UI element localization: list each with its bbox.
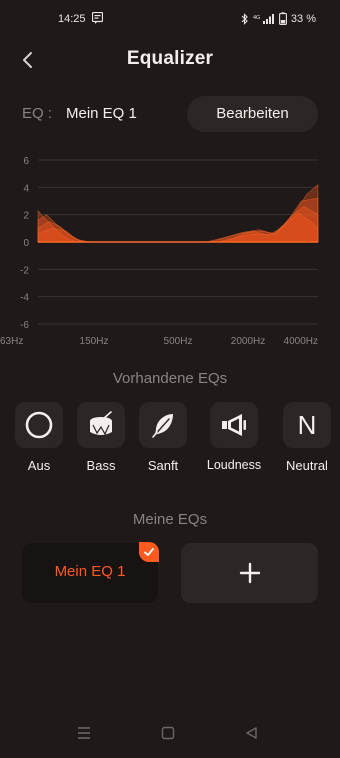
current-eq-row: EQ : Mein EQ 1 Bearbeiten — [0, 96, 340, 132]
x-tick-label: 4000Hz — [284, 336, 318, 347]
edit-button[interactable]: Bearbeiten — [187, 96, 318, 132]
my-eq-name: Mein EQ 1 — [54, 563, 126, 580]
y-tick-label: 6 — [23, 156, 29, 167]
battery-icon — [278, 12, 287, 25]
battery-percent: 33 % — [290, 12, 316, 25]
square-icon — [161, 726, 175, 740]
y-tick-label: -4 — [20, 293, 29, 304]
preset-bass-icon-tile — [77, 402, 125, 448]
header: Equalizer — [0, 44, 340, 76]
x-tick-label: 2000Hz — [231, 336, 265, 347]
check-icon — [144, 548, 154, 556]
eq-label: EQ : — [22, 105, 53, 122]
recents-button[interactable] — [76, 726, 96, 744]
my-eqs-title: Meine EQs — [132, 511, 208, 528]
my-eq-card[interactable]: Mein EQ 1 — [22, 542, 159, 603]
back-nav-button[interactable] — [244, 726, 264, 744]
preset-bass-label: Bass — [86, 458, 116, 473]
preset-neutral[interactable]: N Neutral — [277, 402, 337, 473]
preset-neutral-label: Neutral — [286, 458, 328, 473]
feather-icon — [152, 414, 173, 438]
preset-aus-label: Aus — [27, 458, 51, 473]
status-time: 14:25 — [58, 13, 86, 25]
eq-curve-svg: 6 4 2 0 -2 -4 -6 63Hz 150Hz 500Hz 2000Hz 4000Hz — [0, 156, 319, 347]
preset-sanft-label: Sanft — [147, 458, 179, 473]
y-tick-label: 0 — [23, 238, 29, 249]
y-tick-label: 4 — [23, 183, 29, 194]
preset-sanft-icon-tile — [139, 402, 187, 448]
eq-curve-chart: 6 4 2 0 -2 -4 -6 63Hz 150Hz 500Hz 2000Hz 4000Hz — [0, 148, 340, 354]
current-eq-name: Mein EQ 1 — [66, 105, 137, 122]
preset-bass[interactable]: Bass — [71, 402, 131, 473]
preset-loudness-label: Loudness — [206, 458, 262, 472]
triangle-back-icon — [246, 727, 257, 739]
y-tick-label: -6 — [20, 320, 29, 331]
preset-loudness[interactable]: Loudness — [204, 402, 264, 472]
x-tick-label: 63Hz — [0, 336, 23, 347]
presets-title: Vorhandene EQs — [112, 370, 228, 387]
preset-loudness-icon-tile — [210, 402, 258, 448]
home-button[interactable] — [160, 726, 180, 744]
add-eq-button[interactable] — [181, 543, 318, 603]
circle-icon — [25, 411, 53, 439]
plus-icon — [239, 562, 260, 584]
x-tick-label: 500Hz — [164, 336, 193, 347]
status-icons: 4G 33 % — [241, 12, 316, 25]
page-title: Equalizer — [126, 48, 214, 69]
y-tick-label: 2 — [23, 211, 29, 222]
menu-icon — [78, 727, 90, 739]
x-tick-label: 150Hz — [80, 336, 109, 347]
preset-aus[interactable]: Aus — [9, 402, 69, 473]
signal-icon: 4G — [253, 13, 274, 24]
system-nav-bar — [0, 712, 340, 758]
bluetooth-icon — [241, 12, 248, 25]
preset-sanft[interactable]: Sanft — [133, 402, 193, 473]
drum-icon — [90, 411, 112, 436]
svg-text:4G: 4G — [253, 15, 260, 21]
y-tick-label: -2 — [20, 265, 29, 276]
preset-aus-icon-tile — [15, 402, 63, 448]
presets-row: Aus Bass Sanft Loudness N Neutral — [0, 402, 340, 474]
letter-n-icon: N — [297, 409, 317, 440]
selected-badge — [139, 542, 159, 562]
preset-neutral-icon-tile: N — [283, 402, 331, 448]
status-bar: 14:25 4G 33 % — [0, 0, 340, 38]
megaphone-icon — [222, 414, 246, 436]
eq-series-area — [37, 212, 319, 243]
notification-icon — [92, 12, 103, 24]
